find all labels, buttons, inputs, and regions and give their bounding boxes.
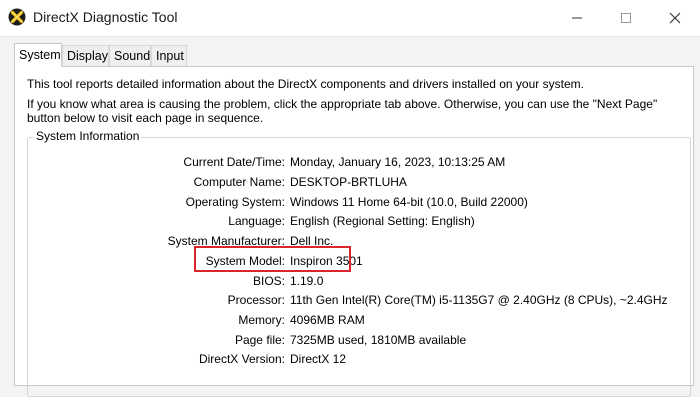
info-label: Page file: <box>234 333 285 347</box>
system-tab-panel: This tool reports detailed information a… <box>14 66 694 397</box>
info-row-language: Language: English (Regional Setting: Eng… <box>28 214 668 230</box>
maximize-icon <box>621 13 631 23</box>
info-value: Monday, January 16, 2023, 10:13:25 AM <box>290 155 506 169</box>
info-row-bios: BIOS: 1.19.0 <box>28 274 668 290</box>
info-label: Memory: <box>238 313 285 327</box>
info-label: Language: <box>228 214 285 228</box>
system-information-group: System Information Current Date/Time: Mo… <box>27 129 691 397</box>
info-row-current-date-time: Current Date/Time: Monday, January 16, 2… <box>28 155 668 171</box>
info-label: Processor: <box>227 293 285 307</box>
directx-app-icon <box>8 8 26 26</box>
info-value: 1.19.0 <box>290 274 324 288</box>
info-value: DirectX 12 <box>290 352 347 366</box>
info-row-page-file: Page file: 7325MB used, 1810MB available <box>28 333 668 349</box>
tab-input[interactable]: Input <box>151 45 187 66</box>
info-row-memory: Memory: 4096MB RAM <box>28 313 668 329</box>
group-title: System Information <box>34 129 142 143</box>
tab-sound[interactable]: Sound <box>109 45 151 66</box>
info-value: 4096MB RAM <box>290 313 365 327</box>
info-value: DESKTOP-BRTLUHA <box>290 175 407 189</box>
info-row-operating-system: Operating System: Windows 11 Home 64-bit… <box>28 195 668 211</box>
info-row-directx-version: DirectX Version: DirectX 12 <box>28 352 668 368</box>
info-label: BIOS: <box>252 274 285 288</box>
title-bar: DirectX Diagnostic Tool <box>0 0 700 37</box>
info-value: English (Regional Setting: English) <box>290 214 475 228</box>
info-label: Current Date/Time: <box>183 155 285 169</box>
tab-system[interactable]: System <box>14 43 62 67</box>
maximize-button[interactable] <box>603 0 649 36</box>
intro-text-1: This tool reports detailed information a… <box>27 77 584 91</box>
intro-text-2: If you know what area is causing the pro… <box>27 97 658 125</box>
info-value: 11th Gen Intel(R) Core(TM) i5-1135G7 @ 2… <box>290 293 668 307</box>
window-title: DirectX Diagnostic Tool <box>33 9 178 25</box>
info-value: 7325MB used, 1810MB available <box>290 333 467 347</box>
minimize-button[interactable] <box>554 0 600 36</box>
tab-display[interactable]: Display <box>62 45 109 66</box>
system-model-highlight <box>194 246 351 272</box>
info-label: DirectX Version: <box>198 352 285 366</box>
info-row-processor: Processor: 11th Gen Intel(R) Core(TM) i5… <box>28 293 668 309</box>
info-label: Computer Name: <box>193 175 285 189</box>
close-button[interactable] <box>652 0 698 36</box>
minimize-icon <box>572 17 582 19</box>
close-icon <box>669 12 681 24</box>
info-label: Operating System: <box>185 195 285 209</box>
info-row-computer-name: Computer Name: DESKTOP-BRTLUHA <box>28 175 668 191</box>
info-value: Windows 11 Home 64-bit (10.0, Build 2200… <box>290 195 528 209</box>
